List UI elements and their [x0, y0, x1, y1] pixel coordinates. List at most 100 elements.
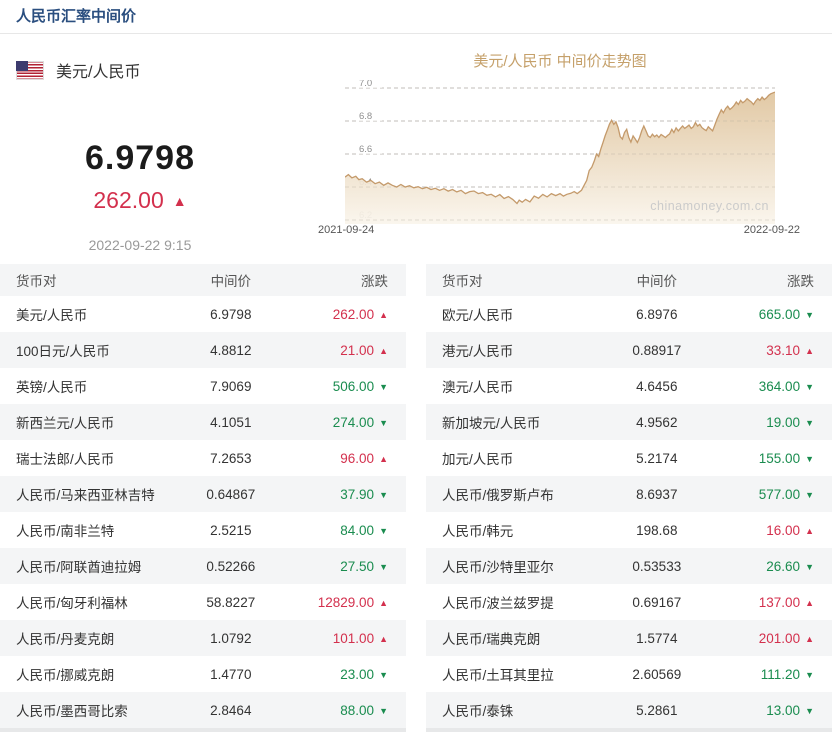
- change-cell: 96.00 ▲: [283, 451, 388, 466]
- quote-section: 美元/人民币 6.9798 262.00▲ 2022-09-22 9:15 美元…: [0, 34, 832, 264]
- table-row[interactable]: 欧元/人民币 6.8976 665.00▼: [426, 296, 832, 332]
- mid-price-value: 0.64867: [178, 487, 283, 502]
- table-row[interactable]: 人民币/南非兰特 2.5215 84.00▼: [0, 512, 406, 548]
- quote-rate-block: 6.9798 262.00▲ 2022-09-22 9:15: [0, 138, 280, 253]
- table-row[interactable]: 新西兰元/人民币 4.1051 274.00▼: [0, 404, 406, 440]
- mid-price-value: 7.9069: [178, 379, 283, 394]
- change-value: 201.00: [759, 631, 800, 646]
- change-value: 84.00: [340, 523, 374, 538]
- chart-x-end-label: 2022-09-22: [690, 223, 800, 237]
- triangle-icon: ▼: [379, 706, 388, 716]
- trend-chart: 7.06.86.66.46.2chinamoney.com.cn: [345, 80, 775, 224]
- change-cell: 155.00▼: [709, 451, 814, 466]
- change-cell: 201.00▲: [709, 631, 814, 646]
- quote-timestamp: 2022-09-22 9:15: [0, 237, 280, 253]
- table-row[interactable]: 人民币/匈牙利福林 58.8227 12829.00▲: [0, 584, 406, 620]
- triangle-icon: ▼: [379, 670, 388, 680]
- currency-pair-label: 人民币/墨西哥比索: [16, 700, 178, 720]
- mid-price-value: 8.6937: [604, 487, 709, 502]
- table-row[interactable]: 人民币/马来西亚林吉特 0.64867 37.90▼: [0, 476, 406, 512]
- table-row[interactable]: 人民币/韩元 198.68 16.00▲: [426, 512, 832, 548]
- table-row[interactable]: 人民币/丹麦克朗 1.0792 101.00▲: [0, 620, 406, 656]
- currency-pair-label: 100日元/人民币: [16, 340, 178, 360]
- mid-price-value: 198.68: [604, 523, 709, 538]
- change-value: 274.00: [333, 415, 374, 430]
- us-flag-icon: [16, 61, 44, 80]
- page: 人民币汇率中间价 美元/人民币 6.9798 262.00▲ 2022-09-2…: [0, 0, 832, 736]
- change-cell: 577.00▼: [709, 487, 814, 502]
- currency-pair-label: 人民币/韩元: [442, 520, 604, 540]
- table-row[interactable]: 澳元/人民币 4.6456 364.00▼: [426, 368, 832, 404]
- table-row[interactable]: 港元/人民币 0.88917 33.10▲: [426, 332, 832, 368]
- mid-price-value: 2.8464: [178, 703, 283, 718]
- change-value: 26.60: [766, 559, 800, 574]
- table-row[interactable]: 加元/人民币 5.2174 155.00▼: [426, 440, 832, 476]
- mid-price-value: 6.9798: [178, 307, 283, 322]
- mid-price-value: 58.8227: [178, 595, 283, 610]
- rates-tables: 货币对 中间价 涨跌 美元/人民币 6.9798 262.00▲ 100日元/人…: [0, 264, 832, 732]
- mid-price-value: 6.8976: [604, 307, 709, 322]
- currency-pair-label: 人民币/瑞典克朗: [442, 628, 604, 648]
- table-body: 欧元/人民币 6.8976 665.00▼ 港元/人民币 0.88917 33.…: [426, 296, 832, 728]
- table-row[interactable]: 人民币/波兰兹罗提 0.69167 137.00▲: [426, 584, 832, 620]
- svg-text:chinamoney.com.cn: chinamoney.com.cn: [650, 199, 769, 213]
- table-row[interactable]: 美元/人民币 6.9798 262.00▲: [0, 296, 406, 332]
- change-cell: 364.00▼: [709, 379, 814, 394]
- quote-change: 262.00▲: [0, 186, 280, 215]
- currency-pair-label: 港元/人民币: [442, 340, 604, 360]
- table-row[interactable]: 人民币/土耳其里拉 2.60569 111.20▼: [426, 656, 832, 692]
- table-row[interactable]: 人民币/俄罗斯卢布 8.6937 577.00▼: [426, 476, 832, 512]
- change-cell: 274.00▼: [283, 415, 388, 430]
- table-row[interactable]: 瑞士法郎/人民币 7.2653 96.00▲: [0, 440, 406, 476]
- currency-pair-label: 澳元/人民币: [442, 376, 604, 396]
- change-cell: 27.50▼: [283, 559, 388, 574]
- rates-table-left: 货币对 中间价 涨跌 美元/人民币 6.9798 262.00▲ 100日元/人…: [0, 264, 406, 732]
- mid-price-value: 5.2174: [604, 451, 709, 466]
- triangle-icon: ▼: [379, 382, 388, 392]
- change-value: 137.00: [759, 595, 800, 610]
- table-row[interactable]: 人民币/瑞典克朗 1.5774 201.00▲: [426, 620, 832, 656]
- table-row[interactable]: 100日元/人民币 4.8812 21.00▲: [0, 332, 406, 368]
- table-row[interactable]: 新加坡元/人民币 4.9562 19.00▼: [426, 404, 832, 440]
- table-row[interactable]: 人民币/沙特里亚尔 0.53533 26.60▼: [426, 548, 832, 584]
- header-currency-pair: 货币对: [442, 270, 604, 290]
- table-row[interactable]: 人民币/阿联酋迪拉姆 0.52266 27.50▼: [0, 548, 406, 584]
- chart-x-start-label: 2021-09-24: [318, 223, 374, 237]
- change-cell: 23.00▼: [283, 667, 388, 682]
- change-value: 13.00: [766, 703, 800, 718]
- mid-price-value: 1.5774: [604, 631, 709, 646]
- mid-price-value: 0.52266: [178, 559, 283, 574]
- triangle-icon: ▼: [805, 418, 814, 428]
- rates-table-right: 货币对 中间价 涨跌 欧元/人民币 6.8976 665.00▼ 港元/人民币 …: [426, 264, 832, 732]
- triangle-icon: ▲: [805, 598, 814, 608]
- mid-price-value: 7.2653: [178, 451, 283, 466]
- change-cell: 137.00 ▲: [709, 595, 814, 610]
- change-value: 155.00: [759, 451, 800, 466]
- quote-pair-label: 美元/人民币: [56, 58, 140, 82]
- triangle-icon: ▼: [379, 562, 388, 572]
- page-title[interactable]: 人民币汇率中间价: [16, 8, 136, 25]
- triangle-icon: ▲: [379, 598, 388, 608]
- table-row[interactable]: 英镑/人民币 7.9069 506.00▼: [0, 368, 406, 404]
- mid-price-value: 2.5215: [178, 523, 283, 538]
- quote-rate: 6.9798: [0, 138, 280, 178]
- triangle-icon: ▲: [379, 454, 388, 464]
- change-cell: 12829.00▲: [283, 595, 388, 610]
- change-cell: 13.00▼: [709, 703, 814, 718]
- table-row[interactable]: 人民币/挪威克朗 1.4770 23.00▼: [0, 656, 406, 692]
- change-cell: 21.00▲: [283, 343, 388, 358]
- svg-text:6.8: 6.8: [359, 111, 372, 122]
- change-cell: 111.20▼: [709, 667, 814, 682]
- change-value: 111.20: [761, 667, 800, 682]
- change-cell: 262.00▲: [283, 307, 388, 322]
- currency-pair-label: 人民币/沙特里亚尔: [442, 556, 604, 576]
- table-row[interactable]: 人民币/泰铢 5.2861 13.00▼: [426, 692, 832, 728]
- currency-pair-label: 人民币/波兰兹罗提: [442, 592, 604, 612]
- currency-pair-label: 欧元/人民币: [442, 304, 604, 324]
- header-mid-price: 中间价: [178, 270, 283, 290]
- change-value: 506.00: [333, 379, 374, 394]
- triangle-icon: ▼: [805, 562, 814, 572]
- change-value: 96.00: [340, 451, 374, 466]
- table-row[interactable]: 人民币/墨西哥比索 2.8464 88.00▼: [0, 692, 406, 728]
- currency-pair-label: 人民币/匈牙利福林: [16, 592, 178, 612]
